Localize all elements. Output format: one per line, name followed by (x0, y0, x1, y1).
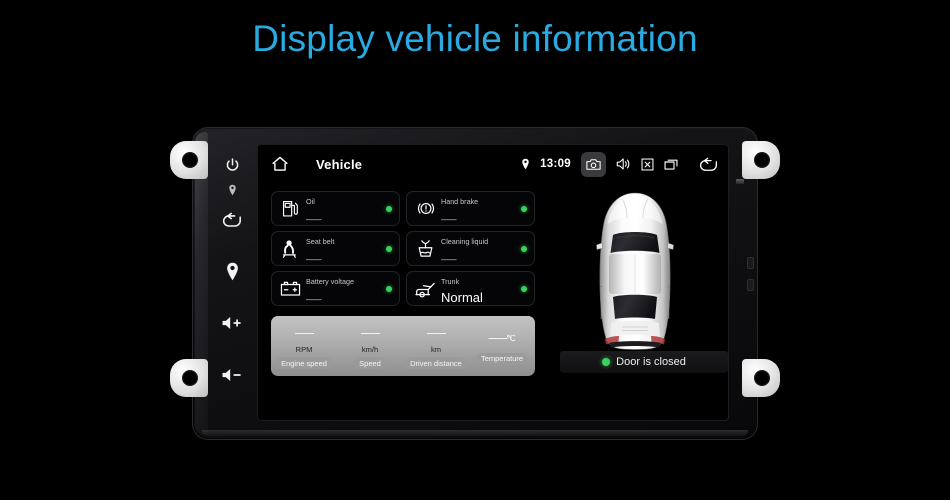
stat-label: Engine speed (276, 357, 332, 369)
mounting-bracket-bottom-right (742, 359, 780, 397)
mounting-bracket-top-left (170, 141, 208, 179)
recent-apps-icon[interactable] (664, 157, 680, 171)
car-top-view-image (589, 191, 681, 356)
card-value: —— (441, 214, 457, 224)
cleaning-liquid-icon (412, 239, 439, 259)
card-battery-voltage[interactable]: Battery voltage —— (271, 271, 400, 306)
status-bar: Vehicle 13:09 (258, 145, 728, 183)
status-dot (521, 285, 527, 292)
vehicle-info-content: Oil —— Hand brake —— Seat belt —— Cleani… (258, 183, 728, 420)
card-hand-brake[interactable]: Hand brake —— (406, 191, 535, 226)
page-title: Display vehicle information (252, 18, 698, 59)
vehicle-status-card-grid: Oil —— Hand brake —— Seat belt —— Cleani… (271, 191, 535, 306)
status-dot (386, 245, 392, 252)
stat-value: —— (295, 328, 314, 339)
door-status-text: Door is closed (616, 356, 686, 368)
status-dot (386, 205, 392, 212)
mounting-bracket-top-right (742, 141, 780, 179)
device-side-port-lower (747, 279, 754, 291)
card-label: Seat belt (306, 236, 335, 246)
stat-value: —— (427, 328, 446, 339)
speaker-icon[interactable] (616, 157, 631, 171)
fuel-pump-icon (277, 199, 304, 218)
stat-value-number: —— (488, 332, 508, 344)
stat-driven-distance[interactable]: —— km Driven distance (403, 316, 469, 376)
hardware-button-column (208, 135, 256, 432)
card-text: Oil —— (304, 191, 386, 227)
stat-value: ——℃ (489, 333, 516, 346)
bracket-hole (182, 370, 198, 386)
door-status-dot (602, 358, 611, 366)
home-icon[interactable] (271, 156, 289, 172)
clock: 13:09 (540, 158, 571, 170)
screenshot-root: Display vehicle information Vehicle 13:0… (0, 0, 950, 500)
bracket-hole (754, 370, 770, 386)
camera-icon[interactable] (581, 151, 606, 177)
stat-unit: RPM (295, 345, 313, 354)
stat-value: —— (361, 328, 380, 339)
bracket-hole (182, 152, 198, 168)
seat-belt-icon (277, 239, 304, 259)
touchscreen[interactable]: Vehicle 13:09 Oil —— Hand brake —— Seat … (258, 145, 728, 420)
device-bottom-bevel (202, 430, 748, 436)
screen-title: Vehicle (316, 156, 363, 172)
vehicle-stats-panel: —— RPM Engine speed —— km/h Speed —— km … (271, 316, 535, 376)
card-oil[interactable]: Oil —— (271, 191, 400, 226)
card-label: Battery voltage (306, 276, 354, 286)
card-value: —— (306, 294, 322, 304)
stat-degree-unit: ℃ (506, 333, 516, 343)
stat-label: Driven distance (405, 357, 467, 369)
status-bar-right-group: 13:09 (521, 151, 728, 177)
card-text: Hand brake —— (439, 191, 521, 227)
back-arrow-icon[interactable] (699, 157, 719, 172)
status-dot (521, 245, 527, 252)
card-value: Normal (441, 289, 483, 305)
device-right-marking (736, 179, 744, 184)
card-text: Seat belt —— (304, 231, 386, 267)
led-indicator-icon (228, 184, 237, 196)
power-icon[interactable] (224, 157, 241, 174)
card-label: Trunk (441, 276, 460, 286)
stat-unit: km/h (361, 345, 379, 354)
stat-label: Speed (354, 357, 386, 369)
bracket-hole (754, 152, 770, 168)
card-text: Cleaning liquid —— (439, 231, 521, 267)
stat-label: Temperature (475, 352, 529, 365)
card-label: Hand brake (441, 196, 479, 206)
card-label: Cleaning liquid (441, 236, 489, 246)
mounting-bracket-bottom-left (170, 359, 208, 397)
volume-up-icon[interactable] (221, 315, 243, 331)
card-cleaning-liquid[interactable]: Cleaning liquid —— (406, 231, 535, 266)
stat-speed[interactable]: —— km/h Speed (337, 316, 403, 376)
device-side-port-upper (747, 257, 754, 269)
card-trunk[interactable]: Trunk Normal (406, 271, 535, 306)
card-text: Trunk Normal (439, 271, 521, 307)
status-dot (386, 285, 392, 292)
card-value: —— (441, 254, 457, 264)
stat-temperature[interactable]: ——℃ Temperature (469, 316, 535, 376)
battery-icon (277, 280, 304, 297)
card-seat-belt[interactable]: Seat belt —— (271, 231, 400, 266)
trunk-icon (412, 280, 439, 298)
status-dot (521, 205, 527, 212)
location-pin-icon[interactable] (521, 158, 530, 170)
card-label: Oil (306, 196, 315, 206)
card-value: —— (306, 254, 322, 264)
car-head-unit-device: Vehicle 13:09 Oil —— Hand brake —— Seat … (170, 127, 780, 440)
close-box-icon[interactable] (641, 158, 654, 171)
stat-unit: km (431, 345, 441, 354)
hand-brake-icon (412, 199, 439, 218)
navigation-pin-icon[interactable] (225, 262, 240, 281)
door-status-bar: Door is closed (560, 351, 728, 373)
back-arrow-icon[interactable] (222, 212, 243, 228)
card-value: —— (306, 214, 322, 224)
card-text: Battery voltage —— (304, 271, 386, 307)
car-panel: Door is closed (551, 189, 728, 381)
volume-down-icon[interactable] (221, 367, 243, 383)
stat-engine-speed[interactable]: —— RPM Engine speed (271, 316, 337, 376)
